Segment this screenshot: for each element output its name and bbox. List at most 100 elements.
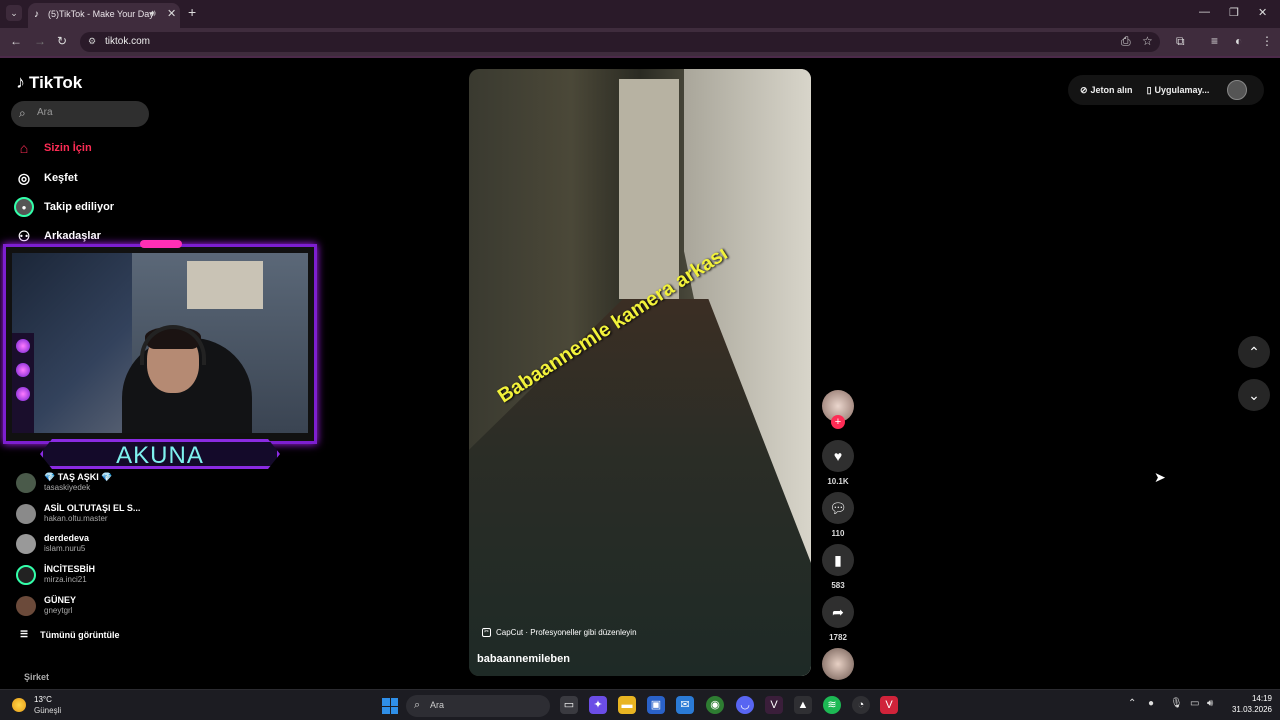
weather-sun-icon[interactable]: [12, 698, 26, 712]
clock-date[interactable]: 31.03.2026: [1228, 705, 1272, 714]
taskbar-search[interactable]: ⌕ Ara: [406, 695, 550, 717]
app-icon[interactable]: ▲: [794, 696, 812, 714]
nav-label: Takip ediliyor: [44, 201, 115, 213]
tiktok-logo[interactable]: ♪ TikTok: [16, 72, 82, 93]
app-label: Uygulamay...: [1154, 85, 1210, 95]
comment-button[interactable]: 💬︎: [822, 492, 854, 524]
avatar: [16, 472, 36, 493]
comment-icon: 💬︎: [829, 500, 847, 516]
search-icon: ⌕: [19, 106, 26, 120]
close-window-button[interactable]: ✕: [1258, 6, 1267, 19]
restore-button[interactable]: ❐: [1229, 6, 1239, 19]
new-tab-button[interactable]: +: [188, 5, 196, 19]
volume-icon[interactable]: 🔊︎: [1207, 698, 1213, 709]
nav-explore[interactable]: ◎ Keşfet: [14, 168, 78, 188]
video-player[interactable]: Babaannemle kamera arkası ✂ CapCut · Pro…: [469, 69, 811, 676]
next-video-button[interactable]: ⌄: [1238, 379, 1270, 411]
following-username: gneytgrl: [44, 606, 73, 615]
audio-icon[interactable]: 🔊︎: [150, 8, 156, 19]
forward-button[interactable]: →: [34, 34, 46, 48]
back-button[interactable]: ←: [10, 34, 22, 48]
file-explorer-icon[interactable]: ▬: [618, 696, 636, 714]
tray-chevron-icon[interactable]: ⌃: [1128, 698, 1136, 709]
like-button[interactable]: ♥: [822, 440, 854, 472]
bookmark-star-icon[interactable]: ☆: [1142, 34, 1153, 48]
compass-icon: ◎: [17, 169, 31, 186]
tray-app-icon[interactable]: ●: [1148, 698, 1154, 709]
home-icon: ⌂: [19, 140, 29, 156]
nav-for-you[interactable]: ⌂ Sizin İçin: [14, 138, 92, 158]
profile-icon[interactable]: ◐: [1235, 34, 1242, 48]
url-field[interactable]: ⚙ tiktok.com: [80, 32, 1160, 52]
discord-icon[interactable]: ◡: [736, 696, 754, 714]
following-username: tasaskiyedek: [44, 483, 91, 492]
store-icon[interactable]: ▣: [647, 696, 665, 714]
display-icon[interactable]: ▭: [1190, 698, 1199, 709]
logo-text: TikTok: [29, 72, 83, 92]
install-icon[interactable]: ⎙: [1121, 34, 1131, 48]
top-right-actions: ⊘ Jeton alın ▯ Uygulamay...: [1068, 75, 1264, 105]
like-count: 10.1K: [827, 477, 849, 486]
search-input[interactable]: [37, 107, 137, 118]
task-view-icon[interactable]: ▭: [560, 696, 578, 714]
streamer-name: AKUNA: [116, 442, 204, 469]
nav-label: Keşfet: [44, 172, 78, 184]
get-coins-button[interactable]: ⊘ Jeton alın: [1080, 85, 1133, 96]
see-all-button[interactable]: ☰ Tümünü görüntüle: [20, 629, 120, 640]
share-button[interactable]: ➦: [822, 596, 854, 628]
app-icon[interactable]: V: [880, 696, 898, 714]
coins-label: Jeton alın: [1090, 85, 1133, 95]
webcam-feed: [12, 253, 308, 433]
company-link[interactable]: Şirket: [24, 672, 49, 682]
chrome-icon[interactable]: ◉: [706, 696, 724, 714]
following-item[interactable]: İNCİTESBİH mirza.inci21: [16, 564, 95, 585]
chevron-up-icon: ⌃: [1248, 344, 1260, 360]
profile-avatar[interactable]: [1227, 80, 1248, 100]
nav-following[interactable]: ● Takip ediliyor: [14, 197, 114, 217]
reload-button[interactable]: ↻: [57, 34, 67, 48]
save-count: 583: [831, 581, 845, 590]
following-item[interactable]: derdedeva islam.nuru5: [16, 533, 89, 554]
obs-icon[interactable]: ◔: [852, 696, 870, 714]
following-item[interactable]: ASİL OLTUTAŞI EL S... hakan.oltu.master: [16, 503, 140, 524]
following-username: hakan.oltu.master: [44, 514, 108, 523]
bookmark-icon: ▮: [834, 552, 842, 568]
following-item[interactable]: GÜNEY gneytgrl: [16, 595, 76, 616]
avatar: [16, 595, 36, 616]
minimize-button[interactable]: —: [1199, 6, 1210, 18]
phone-icon: ▯: [1146, 84, 1152, 95]
extensions-icon[interactable]: ⧉: [1176, 34, 1185, 48]
follow-plus-icon[interactable]: +: [831, 415, 845, 429]
streamer-webcam-overlay: AKUNA: [0, 239, 322, 479]
tiktok-note-icon: ♪: [16, 72, 25, 92]
clock-time[interactable]: 14:19: [1244, 694, 1272, 703]
menu-icon[interactable]: ⋮: [1261, 34, 1273, 48]
app-icon[interactable]: V: [765, 696, 783, 714]
mail-icon[interactable]: ✉: [676, 696, 694, 714]
avatar-icon: ●: [14, 197, 34, 217]
capcut-link[interactable]: ✂ CapCut · Profesyoneller gibi düzenleyi…: [482, 628, 637, 637]
get-app-button[interactable]: ▯ Uygulamay...: [1147, 85, 1210, 96]
browser-tab-bar: ⌄ ♪ (5)TikTok - Make Your Day 🔊︎ ✕ + — ❐…: [0, 0, 1280, 28]
copilot-icon[interactable]: ✦: [589, 696, 607, 714]
following-name: derdedeva: [44, 533, 90, 543]
weather-desc: Güneşli: [34, 706, 62, 715]
site-info-icon[interactable]: ⚙: [88, 36, 96, 47]
tab-search-button[interactable]: ⌄: [6, 5, 22, 21]
spotify-icon[interactable]: ≋: [823, 696, 841, 714]
previous-video-button[interactable]: ⌃: [1238, 336, 1270, 368]
save-button[interactable]: ▮: [822, 544, 854, 576]
video-author[interactable]: babaannemileben: [477, 653, 570, 665]
following-item[interactable]: 💎 TAŞ AŞKI 💎 tasaskiyedek: [16, 472, 112, 493]
search-box[interactable]: ⌕: [11, 101, 149, 127]
reading-list-icon[interactable]: ≡: [1211, 34, 1218, 48]
microphone-icon[interactable]: 🎙︎: [1170, 698, 1183, 709]
browser-tab[interactable]: ♪ (5)TikTok - Make Your Day 🔊︎ ✕: [28, 3, 180, 28]
cam-pc-case: [12, 333, 34, 433]
tab-title: (5)TikTok - Make Your Day: [48, 9, 154, 19]
following-name: ASİL OLTUTAŞI EL S...: [44, 503, 141, 513]
share-count: 1782: [829, 633, 847, 642]
music-disc-avatar[interactable]: [822, 648, 854, 680]
start-button[interactable]: [382, 698, 398, 714]
close-tab-icon[interactable]: ✕: [167, 7, 176, 20]
